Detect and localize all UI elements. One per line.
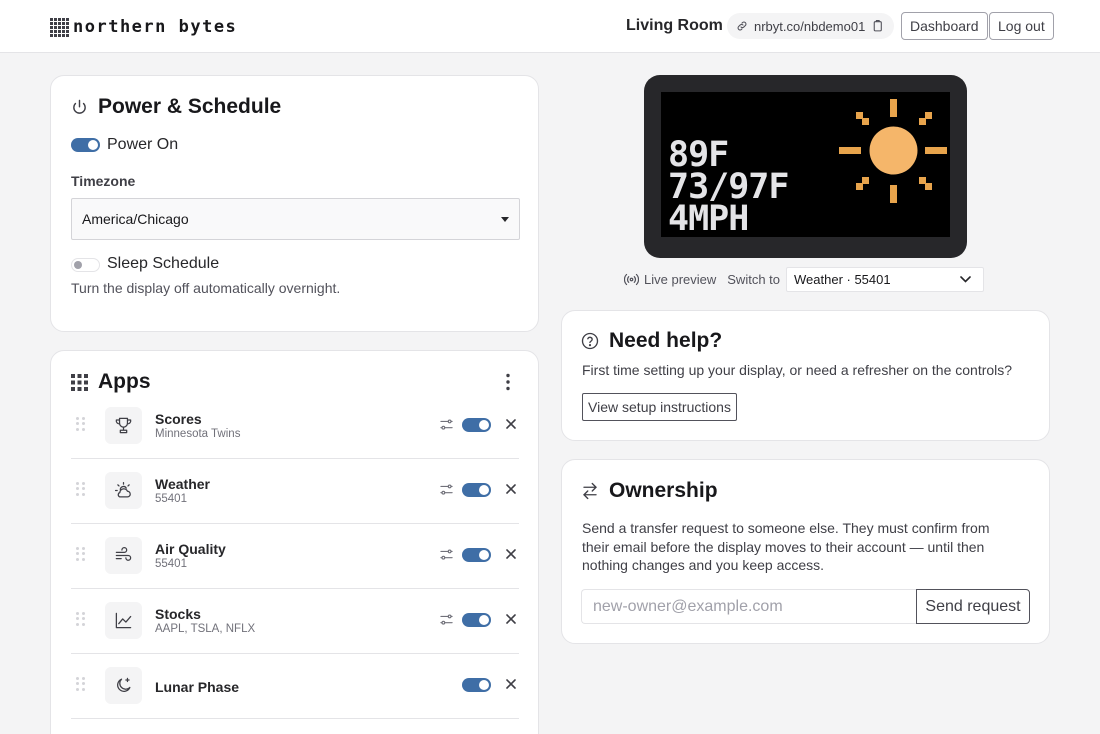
app-enabled-toggle[interactable] (462, 418, 491, 432)
help-card: Need help? First time setting up your di… (561, 310, 1050, 441)
app-subtitle: AAPL, TSLA, NFLX (155, 623, 256, 635)
device-url-pill: nrbyt.co/nbdemo01 (727, 13, 895, 39)
app-enabled-toggle[interactable] (462, 548, 491, 562)
live-preview-label: Live preview (644, 272, 717, 287)
grid-icon (71, 373, 88, 391)
timezone-value: America/Chicago (82, 211, 189, 227)
room-name: Living Room (626, 17, 723, 34)
app-enabled-toggle[interactable] (462, 678, 491, 692)
timezone-select[interactable]: America/Chicago (71, 198, 520, 240)
apps-card: Apps Scores Minnesota Twins Weather 5540… (50, 350, 539, 734)
preview-bar: Live preview Switch to (624, 268, 780, 291)
drag-handle-icon[interactable] (76, 547, 86, 561)
app-name: Lunar Phase (155, 679, 240, 695)
broadcast-icon (624, 273, 639, 286)
logo-text: northern bytes (73, 17, 238, 37)
logout-button[interactable]: Log out (989, 12, 1054, 40)
app-name: Stocks (155, 606, 201, 622)
more-vertical-icon[interactable] (505, 373, 511, 391)
app-row-lunar-phase[interactable]: Lunar Phase (71, 654, 519, 719)
close-icon[interactable] (505, 678, 517, 690)
close-icon[interactable] (505, 548, 517, 560)
new-owner-email-input[interactable] (581, 589, 917, 624)
cloud-sun-icon (105, 472, 142, 509)
help-body: First time setting up your display, or n… (582, 362, 1013, 378)
top-bar: northern bytes Living Room nrbyt.co/nbde… (0, 0, 1100, 53)
trend-chart-icon (105, 602, 142, 639)
power-schedule-title: Power & Schedule (98, 95, 282, 118)
wind-icon (105, 537, 142, 574)
moon-star-icon (105, 667, 142, 704)
app-row-stocks[interactable]: Stocks AAPL, TSLA, NFLX (71, 589, 519, 654)
ownership-title: Ownership (609, 479, 718, 502)
link-icon (737, 21, 747, 31)
power-label: Power On (107, 136, 179, 153)
drag-handle-icon[interactable] (76, 612, 86, 626)
close-icon[interactable] (505, 418, 517, 430)
apps-title: Apps (98, 370, 151, 393)
app-row-air-quality[interactable]: Air Quality 55401 (71, 524, 519, 589)
dashboard-button[interactable]: Dashboard (901, 12, 988, 40)
app-subtitle: Minnesota Twins (155, 428, 241, 440)
send-request-button[interactable]: Send request (916, 589, 1030, 624)
power-toggle[interactable] (71, 138, 100, 152)
ownership-heading: Ownership (581, 479, 718, 503)
app-subtitle: 55401 (155, 558, 187, 570)
logo-mark-icon (50, 17, 69, 37)
sleep-schedule-label: Sleep Schedule (107, 255, 220, 272)
device-preview: 89F 73/97F 4MPH (644, 75, 967, 258)
copy-icon[interactable] (871, 19, 884, 33)
apps-heading: Apps (71, 370, 151, 394)
app-subtitle: 55401 (155, 493, 187, 505)
switch-to-label: Switch to (727, 272, 781, 287)
ownership-body: Send a transfer request to someone else.… (582, 520, 990, 573)
screen-wind: 4MPH (668, 199, 749, 239)
drag-handle-icon[interactable] (76, 417, 86, 431)
sliders-icon[interactable] (439, 612, 454, 627)
app-name: Scores (155, 411, 202, 427)
power-icon (73, 99, 86, 114)
close-icon[interactable] (505, 613, 517, 625)
app-enabled-toggle[interactable] (462, 613, 491, 627)
power-schedule-card: Power & Schedule Power On Timezone Ameri… (50, 75, 539, 332)
transfer-icon (583, 482, 597, 500)
help-heading: Need help? (581, 329, 722, 353)
power-schedule-heading: Power & Schedule (71, 95, 281, 119)
trophy-icon (105, 407, 142, 444)
app-row-scores[interactable]: Scores Minnesota Twins (71, 394, 519, 459)
drag-handle-icon[interactable] (76, 677, 86, 691)
sliders-icon[interactable] (439, 417, 454, 432)
app-name: Air Quality (155, 541, 226, 557)
chevron-down-icon (960, 276, 971, 283)
help-title: Need help? (609, 329, 723, 352)
sliders-icon[interactable] (439, 547, 454, 562)
sliders-icon[interactable] (439, 482, 454, 497)
sun-icon (839, 99, 947, 203)
app-switch-select[interactable]: Weather · 55401 (786, 267, 984, 292)
app-name: Weather (155, 476, 210, 492)
help-circle-icon (581, 332, 599, 350)
drag-handle-icon[interactable] (76, 482, 86, 496)
app-row-weather[interactable]: Weather 55401 (71, 459, 519, 524)
device-url[interactable]: nrbyt.co/nbdemo01 (754, 19, 865, 34)
chevron-down-icon (501, 217, 509, 222)
app-switch-value: Weather · 55401 (794, 272, 891, 287)
sleep-schedule-help: Turn the display off automatically overn… (71, 280, 341, 296)
setup-instructions-button[interactable]: View setup instructions (582, 393, 737, 421)
brand-logo[interactable]: northern bytes (50, 17, 237, 37)
device-screen: 89F 73/97F 4MPH (661, 92, 950, 237)
timezone-label: Timezone (71, 173, 136, 189)
app-enabled-toggle[interactable] (462, 483, 491, 497)
sleep-schedule-toggle[interactable] (71, 258, 100, 272)
close-icon[interactable] (505, 483, 517, 495)
